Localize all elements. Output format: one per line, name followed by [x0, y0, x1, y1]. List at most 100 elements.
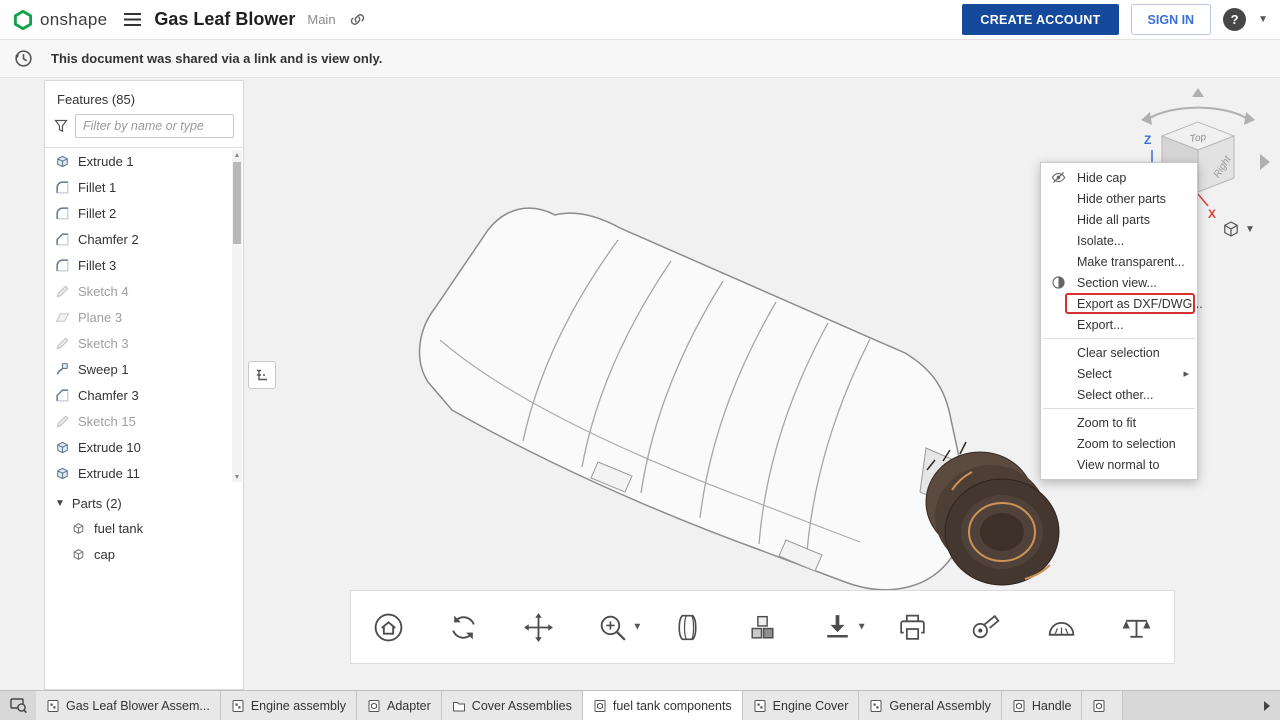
sketch-icon	[55, 414, 70, 429]
print-button[interactable]: ▼	[875, 591, 950, 663]
sign-in-button[interactable]: SIGN IN	[1131, 4, 1212, 35]
graphics-viewport[interactable]: Top Right Z X ▼ Features (85) ▲ ▼	[0, 78, 1280, 690]
scroll-up-icon[interactable]: ▲	[232, 150, 242, 160]
features-panel-title: Features (85)	[45, 81, 243, 114]
tab-manager-icon[interactable]	[0, 691, 36, 720]
context-menu-item[interactable]: Zoom to fit ▸	[1041, 412, 1197, 433]
workspace-label[interactable]: Main	[307, 12, 335, 27]
appearance-button[interactable]: ▼	[725, 591, 800, 663]
menu-separator	[1043, 338, 1195, 339]
mass-icon	[1120, 611, 1153, 644]
feature-item[interactable]: Sketch 3	[45, 330, 243, 356]
extrude-icon	[55, 466, 70, 481]
feature-item[interactable]: Sketch 15	[45, 408, 243, 434]
part-tab-icon	[1092, 699, 1106, 713]
tab-scroll-right-icon[interactable]	[1254, 691, 1280, 720]
feature-item[interactable]: Chamfer 3	[45, 382, 243, 408]
share-link-icon[interactable]	[350, 12, 365, 27]
parts-section-header[interactable]: ▼ Parts (2)	[45, 492, 243, 515]
feature-item[interactable]: Sweep 1	[45, 356, 243, 382]
menu-icon[interactable]	[123, 12, 142, 27]
feature-item[interactable]: Extrude 11	[45, 460, 243, 484]
help-button[interactable]: ?	[1223, 8, 1246, 31]
feature-item[interactable]: Extrude 10	[45, 434, 243, 460]
assembly-tab-icon	[231, 699, 245, 713]
context-menu-item[interactable]: Make transparent... ▸	[1041, 251, 1197, 272]
feature-item[interactable]: Chamfer 2	[45, 226, 243, 252]
feature-tree-toggle-button[interactable]	[248, 361, 276, 389]
document-tab[interactable]: Adapter	[357, 691, 442, 720]
view-toolbar: ▼ ▼ ▼ ▼ ▼ ▼ ▼ ▼	[350, 590, 1175, 664]
axis-z-label: Z	[1144, 133, 1151, 147]
context-menu-item[interactable]: Zoom to selection ▸	[1041, 433, 1197, 454]
part-item[interactable]: cap	[45, 541, 243, 567]
measure-button[interactable]: ▼	[950, 591, 1025, 663]
document-tab[interactable]: Handle	[1002, 691, 1083, 720]
context-menu-item[interactable]: Export... ▸	[1041, 314, 1197, 335]
view-style-button[interactable]: ▼	[650, 591, 725, 663]
feature-item[interactable]: Sketch 4	[45, 278, 243, 304]
onshape-logo[interactable]: onshape	[12, 9, 107, 31]
context-menu-item[interactable]: Hide all parts ▸	[1041, 209, 1197, 230]
part-item[interactable]: fuel tank	[45, 515, 243, 541]
version-history-icon[interactable]	[14, 49, 33, 68]
context-menu-item[interactable]: Hide other parts ▸	[1041, 188, 1197, 209]
create-account-button[interactable]: CREATE ACCOUNT	[962, 4, 1118, 35]
parts-section: ▼ Parts (2) fuel tank cap	[45, 484, 243, 567]
scrollbar-thumb[interactable]	[233, 162, 241, 244]
context-menu-item[interactable]: Isolate... ▸	[1041, 230, 1197, 251]
document-tab[interactable]: fuel tank components	[583, 691, 743, 720]
export-download-button[interactable]: ▼	[800, 591, 875, 663]
document-tab[interactable]: Engine Cover	[743, 691, 860, 720]
zoom-view-button[interactable]: ▼	[575, 591, 650, 663]
section-icon	[1051, 275, 1066, 290]
feature-item[interactable]: Fillet 2	[45, 200, 243, 226]
feature-item[interactable]: Extrude 1	[45, 148, 243, 174]
fit-view-button[interactable]: ▼	[351, 591, 426, 663]
help-dropdown-caret-icon[interactable]: ▼	[1258, 14, 1268, 25]
rotate-view-button[interactable]: ▼	[426, 591, 501, 663]
feature-filter-input[interactable]	[75, 114, 234, 138]
mass-properties-button[interactable]: ▼	[1099, 591, 1174, 663]
fuel-tank-model[interactable]	[390, 190, 1090, 650]
menu-separator	[1043, 408, 1195, 409]
display-mode-button[interactable]: ▼	[1222, 220, 1255, 238]
document-tab[interactable]	[1082, 691, 1123, 720]
document-tab[interactable]: Cover Assemblies	[442, 691, 583, 720]
dropdown-caret-icon[interactable]: ▼	[857, 622, 867, 633]
document-tab[interactable]: Engine assembly	[221, 691, 357, 720]
part-icon	[71, 521, 86, 536]
context-menu-item[interactable]: Export as DXF/DWG... ▸	[1041, 293, 1197, 314]
parts-title: Parts (2)	[72, 496, 122, 511]
document-tab[interactable]: Gas Leaf Blower Assem...	[36, 691, 221, 720]
scroll-down-icon[interactable]: ▼	[232, 472, 242, 482]
assembly-tab-icon	[869, 699, 883, 713]
sketch-icon	[55, 336, 70, 351]
feature-item[interactable]: Fillet 1	[45, 174, 243, 200]
home-icon	[372, 611, 405, 644]
context-menu-item[interactable]: Select ▸	[1041, 363, 1197, 384]
display-mode-cube-icon	[1222, 220, 1240, 238]
feature-item[interactable]: Plane 3	[45, 304, 243, 330]
angle-measure-button[interactable]: ▼	[1024, 591, 1099, 663]
context-menu-item[interactable]: Select other... ▸	[1041, 384, 1197, 405]
notice-text: This document was shared via a link and …	[51, 51, 382, 66]
context-menu-item[interactable]: Clear selection ▸	[1041, 342, 1197, 363]
download-icon	[821, 611, 854, 644]
logo-text: onshape	[40, 10, 107, 30]
display-mode-caret-icon: ▼	[1245, 224, 1255, 235]
dropdown-caret-icon[interactable]: ▼	[632, 622, 642, 633]
onshape-logo-icon	[12, 9, 34, 31]
part-tab-icon	[1012, 699, 1026, 713]
parts-list: fuel tank cap	[45, 515, 243, 567]
pan-view-button[interactable]: ▼	[501, 591, 576, 663]
document-tab[interactable]: General Assembly	[859, 691, 1001, 720]
feature-item[interactable]: Fillet 3	[45, 252, 243, 278]
context-menu-item[interactable]: Section view... ▸	[1041, 272, 1197, 293]
feature-list-scrollbar[interactable]: ▲ ▼	[232, 150, 242, 482]
extrude-icon	[55, 154, 70, 169]
context-menu-item[interactable]: Hide cap ▸	[1041, 167, 1197, 188]
context-menu-item[interactable]: View normal to ▸	[1041, 454, 1197, 475]
viewcube-top-label[interactable]: Top	[1189, 132, 1207, 145]
view-only-notice-bar: This document was shared via a link and …	[0, 40, 1280, 78]
